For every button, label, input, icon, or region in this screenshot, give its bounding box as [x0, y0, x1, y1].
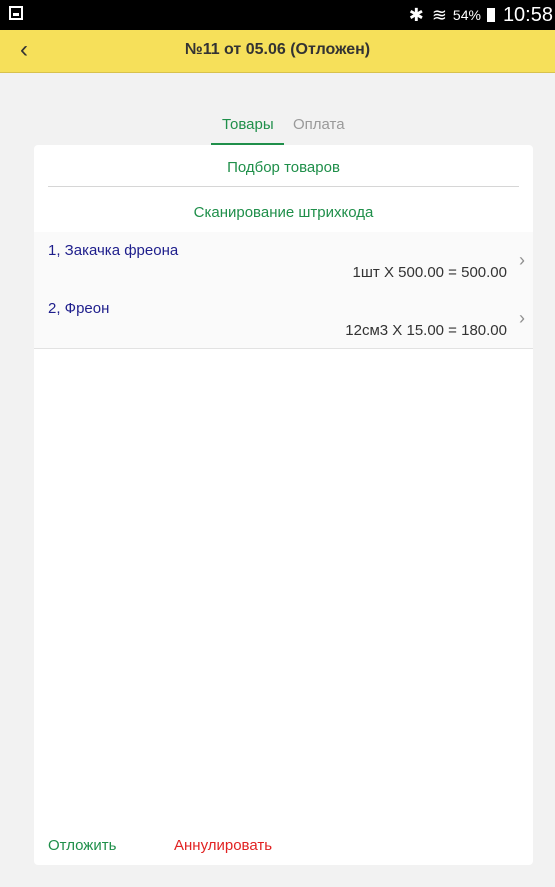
tab-goods[interactable]: Товары	[222, 115, 274, 135]
app-header: ‹ №11 от 05.06 (Отложен)	[0, 30, 555, 73]
item-detail: 1шт X 500.00 = 500.00	[352, 264, 507, 281]
cancel-button[interactable]: Аннулировать	[174, 837, 272, 854]
item-detail: 12см3 X 15.00 = 180.00	[345, 322, 507, 339]
battery-percent: 54%	[452, 7, 481, 23]
page-title: №11 от 05.06 (Отложен)	[184, 41, 371, 58]
postpone-button[interactable]: Отложить	[48, 837, 116, 854]
chevron-right-icon: ›	[519, 250, 525, 270]
screenshot-icon	[9, 6, 23, 20]
bluetooth-icon: ✱	[408, 4, 424, 25]
tab-payment[interactable]: Оплата	[293, 115, 345, 135]
status-right: ✱ ≋ 54% 10:58	[409, 0, 555, 30]
content-card: Подбор товаров Сканирование штрихкода 1,…	[34, 145, 533, 865]
clock: 10:58	[502, 3, 553, 26]
wifi-icon: ≋	[431, 4, 447, 25]
status-bar: ✱ ≋ 54% 10:58	[0, 0, 555, 30]
battery-icon	[486, 8, 495, 22]
item-title: 1, Закачка фреона	[48, 242, 179, 259]
tab-bar: Товары Оплата	[0, 115, 555, 146]
item-title: 2, Фреон	[48, 300, 110, 317]
select-goods-button[interactable]: Подбор товаров	[34, 159, 533, 176]
list-item[interactable]: 2, Фреон 12см3 X 15.00 = 180.00 ›	[34, 290, 533, 349]
list-item[interactable]: 1, Закачка фреона 1шт X 500.00 = 500.00 …	[34, 232, 533, 291]
chevron-right-icon: ›	[519, 308, 525, 328]
scan-barcode-button[interactable]: Сканирование штрихкода	[34, 204, 533, 221]
divider	[48, 186, 519, 187]
